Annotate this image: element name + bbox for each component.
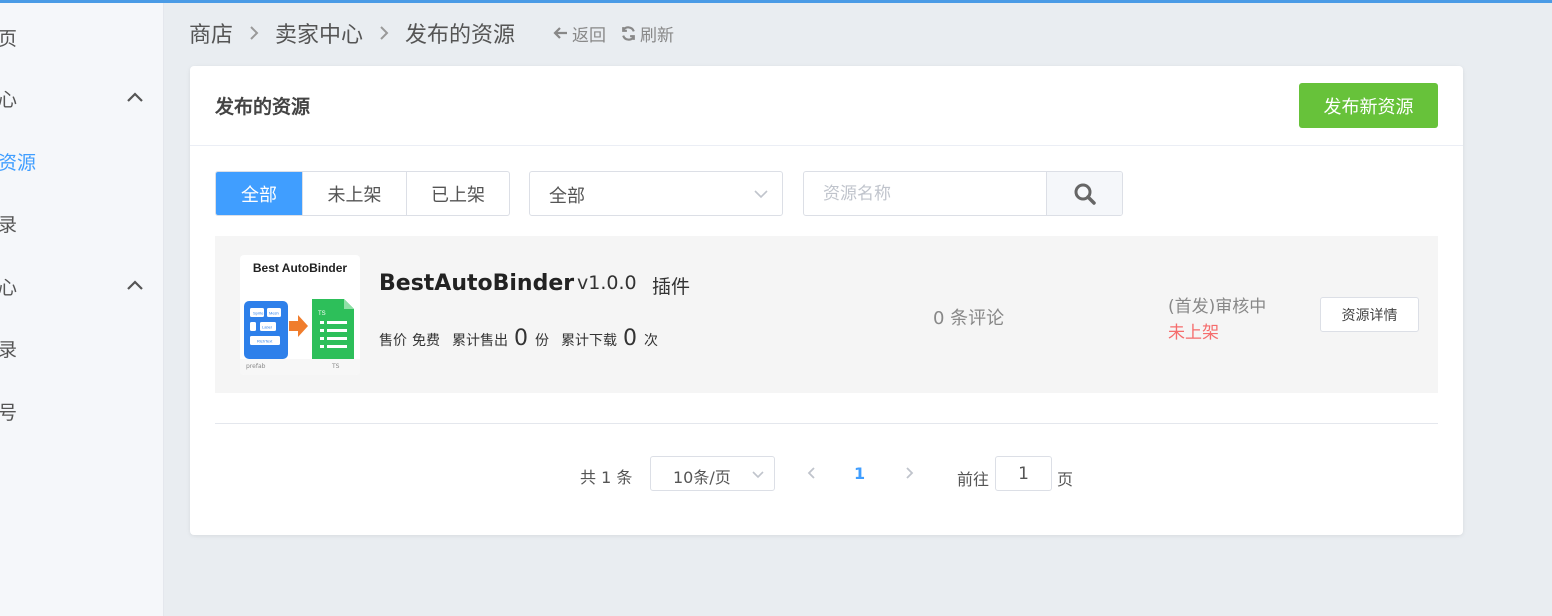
chevron-right-icon [241, 23, 267, 43]
breadcrumb-item-store[interactable]: 商店 [189, 17, 233, 49]
sidebar-item-label: 心 [0, 89, 18, 111]
search-input[interactable] [804, 172, 1047, 215]
next-page-button[interactable] [899, 463, 919, 483]
sidebar-item-home[interactable]: 页 [0, 16, 164, 56]
autobinder-illustration: Sprite Mesh Label RichText TS [244, 299, 354, 359]
thumb-label-ts: TS [318, 311, 326, 317]
sidebar-item-records[interactable]: 录 [0, 202, 164, 242]
page-size-value: 10条/页 [673, 468, 731, 487]
tab-all[interactable]: 全部 [216, 172, 302, 215]
comments-count[interactable]: 0 条评论 [933, 304, 1004, 330]
resource-stats: 售价 免费 累计售出 0 份 累计下载 0 次 [379, 326, 658, 351]
sold-label: 累计售出 [452, 333, 508, 349]
thumbnail-footer-left: prefab [246, 363, 266, 370]
refresh-label: 刷新 [640, 25, 675, 46]
card-title: 发布的资源 [215, 96, 311, 118]
sidebar-item-label: 资源 [0, 152, 37, 174]
sidebar-item-purchase-records[interactable]: 录 [0, 327, 164, 367]
sidebar-item-seller-center[interactable]: 心 [0, 77, 164, 117]
downloads-count: 0 [623, 326, 637, 351]
goto-page-input[interactable] [995, 456, 1052, 491]
chevron-up-icon [127, 280, 143, 290]
thumbnail-footer: prefab TS [240, 359, 360, 375]
sold-count: 0 [514, 326, 528, 351]
tab-unlisted[interactable]: 未上架 [302, 172, 406, 215]
search-button[interactable] [1046, 172, 1122, 215]
downloads-unit: 次 [644, 333, 658, 349]
search-icon [1074, 183, 1096, 205]
price-value: 免费 [412, 333, 440, 349]
divider [215, 423, 1438, 424]
back-label: 返回 [572, 25, 607, 46]
published-resources-card: 发布的资源 发布新资源 全部 未上架 已上架 全部 Best AutoBinde… [190, 66, 1463, 535]
chevron-right-icon [371, 23, 397, 43]
prev-page-button[interactable] [802, 463, 822, 483]
thumbnail-footer-right: TS [332, 363, 340, 370]
chevron-down-icon [754, 190, 768, 199]
top-accent-line [0, 0, 1552, 3]
sold-unit: 份 [535, 333, 549, 349]
arrow-left-icon [553, 27, 568, 39]
card-header: 发布的资源 发布新资源 [190, 66, 1463, 146]
resource-type: 插件 [652, 276, 691, 298]
resource-row: Best AutoBinder Sprite Mesh Label RichTe… [215, 236, 1438, 393]
chevron-down-icon [752, 471, 764, 479]
sidebar-item-account[interactable]: 号 [0, 390, 164, 430]
listing-status: 未上架 [1168, 323, 1219, 343]
breadcrumb: 商店 卖家中心 发布的资源 返回 刷新 [189, 18, 674, 48]
category-select-value: 全部 [549, 186, 585, 207]
sidebar-item-label: 录 [0, 214, 18, 236]
refresh-button[interactable]: 刷新 [620, 21, 674, 46]
category-select[interactable]: 全部 [529, 171, 783, 216]
sidebar-item-label: 号 [0, 402, 18, 424]
sidebar-item-label: 页 [0, 28, 18, 50]
status-filter-tabs: 全部 未上架 已上架 [215, 171, 510, 216]
breadcrumb-item-seller-center[interactable]: 卖家中心 [275, 17, 363, 49]
resource-version: v1.0.0 [577, 272, 637, 294]
breadcrumb-item-published-resources: 发布的资源 [405, 23, 516, 48]
resource-search [803, 171, 1123, 216]
sidebar-item-buyer-center[interactable]: 心 [0, 265, 164, 305]
thumb-label-mesh: Mesh [269, 311, 279, 316]
resource-thumbnail[interactable]: Best AutoBinder Sprite Mesh Label RichTe… [240, 255, 360, 375]
sidebar-item-label: 录 [0, 339, 18, 361]
resource-name[interactable]: BestAutoBinder [379, 271, 574, 296]
tab-listed[interactable]: 已上架 [406, 172, 509, 215]
downloads-label: 累计下载 [561, 333, 617, 349]
sidebar-item-published-resources[interactable]: 资源 [0, 140, 164, 180]
page-size-select[interactable]: 10条/页 [650, 456, 775, 491]
refresh-icon [622, 25, 635, 41]
chevron-up-icon [127, 92, 143, 102]
thumb-label-sprite: Sprite [253, 311, 264, 316]
pagination-total: 共 1 条 [580, 468, 633, 487]
page-number-current[interactable]: 1 [854, 464, 865, 483]
goto-label: 前往 [957, 470, 990, 489]
publish-new-resource-button[interactable]: 发布新资源 [1299, 83, 1438, 128]
sidebar: 页 心 资源 录 心 录 号 [0, 3, 164, 616]
page-label: 页 [1057, 470, 1074, 489]
thumb-label-label: Label [262, 325, 272, 330]
back-button[interactable]: 返回 [553, 21, 606, 46]
thumb-label-richtext: RichText [257, 339, 273, 344]
review-status: (首发)审核中 [1168, 297, 1267, 317]
sidebar-item-label: 心 [0, 277, 18, 299]
price-label: 售价 [379, 333, 407, 349]
resource-detail-button[interactable]: 资源详情 [1320, 297, 1419, 332]
